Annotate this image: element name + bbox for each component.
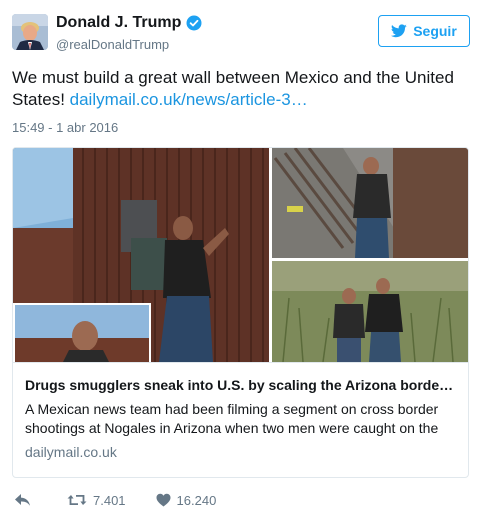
author-name-row: Donald J. Trump bbox=[56, 14, 202, 32]
link-card[interactable]: Drugs smugglers sneak into U.S. by scali… bbox=[12, 147, 469, 478]
author-handle[interactable]: @realDonaldTrump bbox=[56, 37, 169, 52]
retweet-count: 7.401 bbox=[93, 492, 126, 508]
tweet-text: We must build a great wall between Mexic… bbox=[12, 67, 472, 111]
retweet-icon bbox=[67, 495, 87, 505]
card-title[interactable]: Drugs smugglers sneak into U.S. by scali… bbox=[25, 376, 456, 394]
card-image-collage[interactable] bbox=[13, 148, 468, 363]
follow-button-label: Seguir bbox=[413, 23, 457, 39]
heart-icon bbox=[156, 493, 171, 507]
card-image-bottom-right-panel bbox=[272, 261, 468, 363]
tweet-actions: 7.401 16.240 bbox=[14, 490, 246, 510]
tweet-timestamp[interactable]: 15:49 - 1 abr 2016 bbox=[12, 120, 118, 135]
tweet-header: Donald J. Trump @realDonaldTrump Seguir bbox=[12, 11, 470, 57]
card-image-inset bbox=[13, 303, 151, 362]
card-body: Drugs smugglers sneak into U.S. by scali… bbox=[13, 362, 468, 477]
reply-button[interactable] bbox=[14, 493, 37, 507]
follow-button[interactable]: Seguir bbox=[378, 15, 470, 47]
author-display-name[interactable]: Donald J. Trump bbox=[56, 14, 181, 32]
retweet-button[interactable]: 7.401 bbox=[67, 493, 126, 508]
card-image-top-right-panel bbox=[272, 148, 468, 258]
verified-badge-icon bbox=[186, 15, 202, 31]
like-button[interactable]: 16.240 bbox=[156, 492, 217, 508]
avatar[interactable] bbox=[12, 14, 48, 50]
reply-icon bbox=[15, 494, 30, 506]
card-domain: dailymail.co.uk bbox=[25, 444, 117, 460]
tweet-link[interactable]: dailymail.co.uk/news/article-3… bbox=[70, 90, 308, 109]
twitter-bird-icon bbox=[391, 24, 407, 38]
card-description: A Mexican news team had been filming a s… bbox=[25, 401, 439, 436]
like-count: 16.240 bbox=[176, 492, 217, 508]
